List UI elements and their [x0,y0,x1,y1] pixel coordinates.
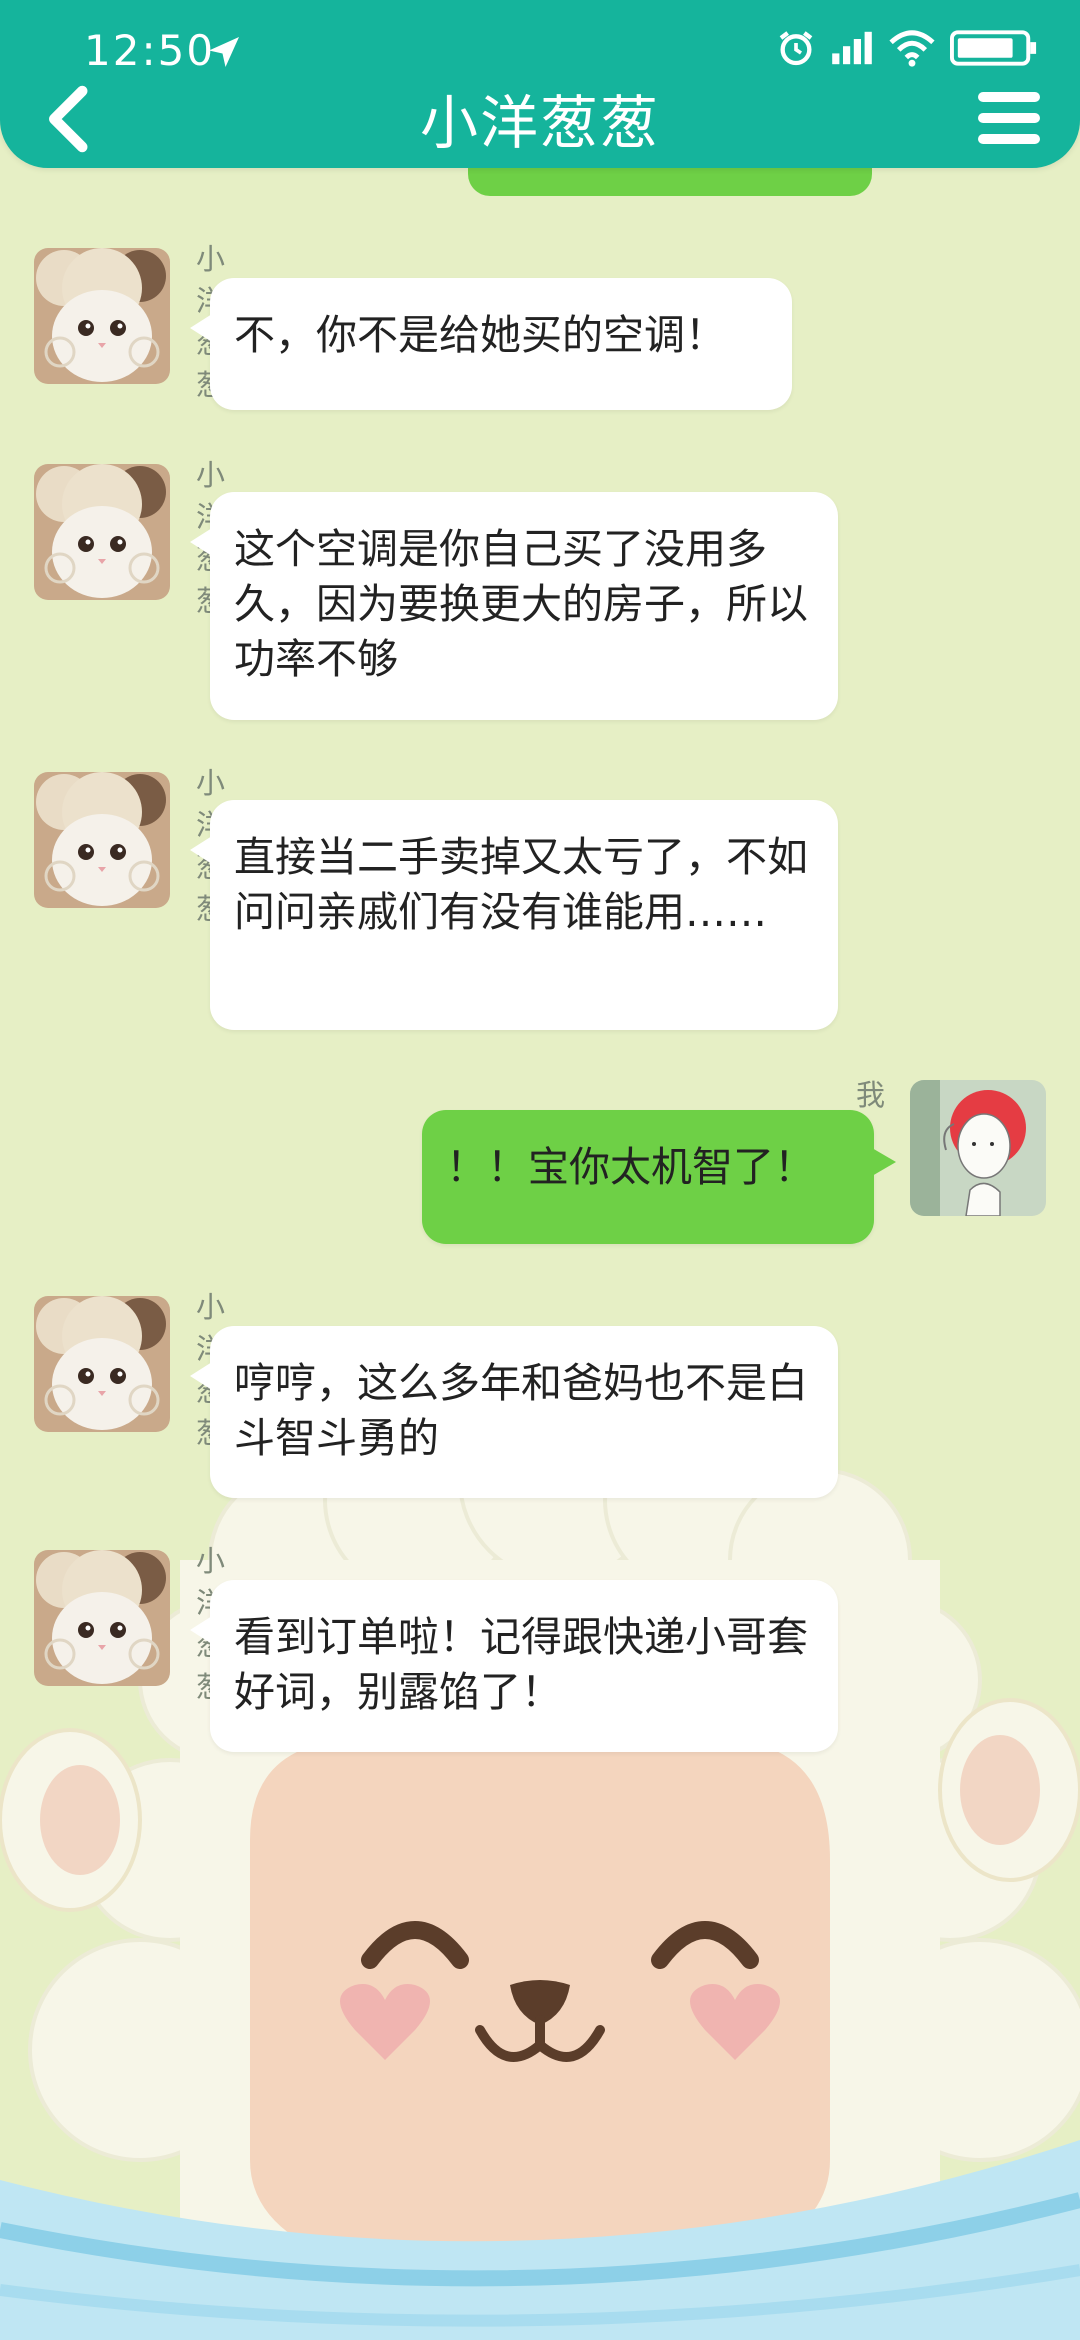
status-time: 12:50 [84,26,216,75]
message-bubble[interactable]: 直接当二手卖掉又太亏了，不如问问亲戚们有没有谁能用…… [190,800,838,1030]
menu-icon[interactable] [974,88,1044,148]
message-bubble[interactable]: 看到订单啦！记得跟快递小哥套好词，别露馅了！ [190,1580,838,1752]
my-avatar[interactable] [910,1080,1046,1216]
message-bubble[interactable]: 不，你不是给她买的空调！ [190,278,792,410]
signal-icon [832,31,872,65]
alarm-icon [779,31,813,66]
location-arrow-icon [209,37,239,67]
sender-name-me: 我 [856,1078,886,1112]
chat-header: 12:50 小洋葱葱 [0,0,1080,168]
contact-avatar[interactable] [34,248,170,384]
contact-avatar[interactable] [34,464,170,600]
my-message-bubble[interactable]: ！！宝你太机智了！ [422,1110,896,1244]
message-bubble[interactable]: 哼哼，这么多年和爸妈也不是白斗智斗勇的 [190,1326,838,1498]
chat-title: 小洋葱葱 [419,89,660,157]
message-bubble[interactable]: 这个空调是你自己买了没用多久，因为要换更大的房子，所以功率不够 [190,492,838,720]
contact-avatar[interactable] [34,772,170,908]
battery-icon [950,30,1037,66]
wifi-icon [889,30,935,67]
contact-avatar[interactable] [34,1296,170,1432]
status-icons [776,28,1040,68]
contact-avatar[interactable] [34,1550,170,1686]
